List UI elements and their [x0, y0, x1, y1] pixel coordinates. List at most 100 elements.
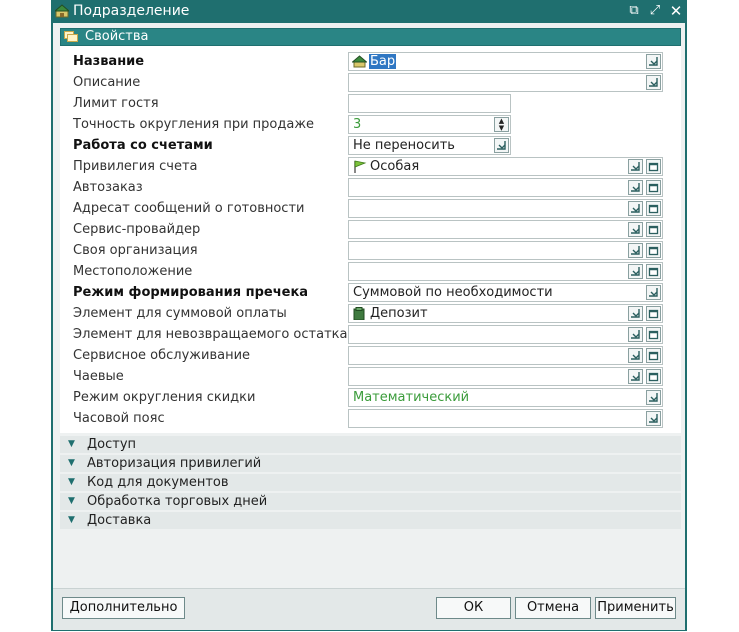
property-row: Элемент для суммовой оплаты Депозит	[60, 304, 681, 325]
group-label: Авторизация привилегий	[87, 456, 262, 471]
dropdown-button[interactable]	[628, 159, 643, 174]
property-field[interactable]	[348, 73, 663, 92]
property-value: Депозит	[370, 306, 428, 321]
property-row: Сервис-провайдер	[60, 220, 681, 241]
apply-button[interactable]: Применить	[595, 597, 676, 619]
property-field[interactable]	[348, 367, 663, 386]
dropdown-icon	[649, 288, 658, 297]
property-field[interactable]	[348, 94, 511, 113]
dropdown-button[interactable]	[628, 327, 643, 342]
dropdown-button[interactable]	[494, 138, 509, 153]
maximize-icon[interactable]: ⤢	[647, 3, 663, 19]
property-field[interactable]: Депозит	[348, 304, 663, 323]
open-reference-button[interactable]	[646, 222, 661, 237]
group-header[interactable]: ▼ Доставка	[60, 512, 681, 529]
property-label: Элемент для суммовой оплаты	[73, 306, 287, 321]
dropdown-button[interactable]	[628, 180, 643, 195]
open-reference-button[interactable]	[646, 327, 661, 342]
property-row: Режим формирования пречека Суммовой по не…	[60, 283, 681, 304]
property-field[interactable]	[348, 178, 663, 197]
restore-icon[interactable]: ⧉	[626, 3, 642, 19]
group-label: Код для документов	[87, 475, 229, 490]
property-field[interactable]	[348, 220, 663, 239]
dropdown-button[interactable]	[646, 285, 661, 300]
open-reference-button[interactable]	[646, 369, 661, 384]
open-reference-button[interactable]	[646, 159, 661, 174]
open-reference-button[interactable]	[646, 243, 661, 258]
dropdown-button[interactable]	[628, 348, 643, 363]
property-field[interactable]	[348, 325, 663, 344]
dropdown-button[interactable]	[628, 201, 643, 216]
property-field[interactable]: Особая	[348, 157, 663, 176]
property-label: Сервисное обслуживание	[73, 348, 251, 363]
property-label: Адресат сообщений о готовности	[73, 201, 305, 216]
property-row: Лимит гостя	[60, 94, 681, 115]
dropdown-button[interactable]	[646, 54, 661, 69]
dropdown-button[interactable]	[628, 264, 643, 279]
property-value: Бар	[369, 54, 397, 69]
open-reference-button[interactable]	[646, 201, 661, 216]
property-field[interactable]: Бар	[348, 52, 663, 71]
group-header[interactable]: ▼ Код для документов	[60, 474, 681, 491]
property-label: Режим формирования пречека	[73, 285, 309, 300]
group-header[interactable]: ▼ Обработка торговых дней	[60, 493, 681, 510]
property-label: Лимит гостя	[73, 96, 159, 111]
deposit-icon	[353, 307, 365, 320]
property-value: Суммовой по необходимости	[353, 285, 553, 300]
dialog-window: Подразделение ⧉ ⤢ ✕ Свойства Название Бар…	[51, 0, 687, 631]
property-row: Часовой пояс	[60, 409, 681, 430]
property-label: Часовой пояс	[73, 411, 165, 426]
property-row: Название Бар	[60, 52, 681, 73]
group-header[interactable]: ▼ Авторизация привилегий	[60, 455, 681, 472]
property-field[interactable]	[348, 409, 663, 428]
open-reference-button[interactable]	[646, 264, 661, 279]
property-field[interactable]: Суммовой по необходимости	[348, 283, 663, 302]
close-icon[interactable]: ✕	[668, 3, 684, 19]
title-bar[interactable]: Подразделение ⧉ ⤢ ✕	[51, 0, 687, 23]
expand-arrow-icon: ▼	[68, 458, 75, 468]
cancel-button[interactable]: Отмена	[515, 597, 591, 619]
group-header[interactable]: ▼ Доступ	[60, 436, 681, 453]
properties-section-header[interactable]: Свойства	[60, 28, 681, 46]
property-field[interactable]	[348, 241, 663, 260]
dropdown-button[interactable]	[646, 75, 661, 90]
ok-button[interactable]: ОК	[436, 597, 511, 619]
dropdown-button[interactable]	[628, 369, 643, 384]
property-value: Не переносить	[353, 138, 455, 153]
button-bar: Дополнительно ОК Отмена Применить	[53, 588, 685, 630]
expand-arrow-icon: ▼	[68, 439, 75, 449]
dropdown-button[interactable]	[628, 243, 643, 258]
property-row: Своя организация	[60, 241, 681, 262]
property-field[interactable]	[348, 199, 663, 218]
house-icon	[55, 4, 69, 18]
property-row: Привилегия счета Особая	[60, 157, 681, 178]
expand-arrow-icon: ▼	[68, 477, 75, 487]
property-value: Математический	[353, 390, 470, 405]
open-reference-button[interactable]	[646, 180, 661, 195]
property-value: 3	[353, 117, 362, 132]
property-label: Местоположение	[73, 264, 193, 279]
additional-button[interactable]: Дополнительно	[62, 597, 185, 619]
property-label: Название	[73, 54, 145, 69]
property-row: Автозаказ	[60, 178, 681, 199]
property-field[interactable]: 3 ▲ ▼	[348, 115, 511, 134]
dropdown-button[interactable]	[646, 390, 661, 405]
window-title: Подразделение	[73, 3, 190, 19]
section-label: Свойства	[85, 29, 149, 44]
property-field[interactable]	[348, 346, 663, 365]
spin-buttons[interactable]: ▲ ▼	[494, 117, 509, 132]
dropdown-button[interactable]	[628, 306, 643, 321]
open-reference-button[interactable]	[646, 348, 661, 363]
properties-panel: Название Бар Описание Лимит гостя Точность о…	[60, 46, 681, 433]
property-label: Сервис-провайдер	[73, 222, 201, 237]
property-label: Режим округления скидки	[73, 390, 256, 405]
dropdown-button[interactable]	[628, 222, 643, 237]
property-row: Адресат сообщений о готовности	[60, 199, 681, 220]
property-field[interactable]: Математический	[348, 388, 663, 407]
open-reference-button[interactable]	[646, 306, 661, 321]
property-field[interactable]: Не переносить	[348, 136, 511, 155]
dropdown-icon	[649, 414, 658, 423]
dropdown-button[interactable]	[646, 411, 661, 426]
house-icon	[352, 55, 367, 68]
property-field[interactable]	[348, 262, 663, 281]
